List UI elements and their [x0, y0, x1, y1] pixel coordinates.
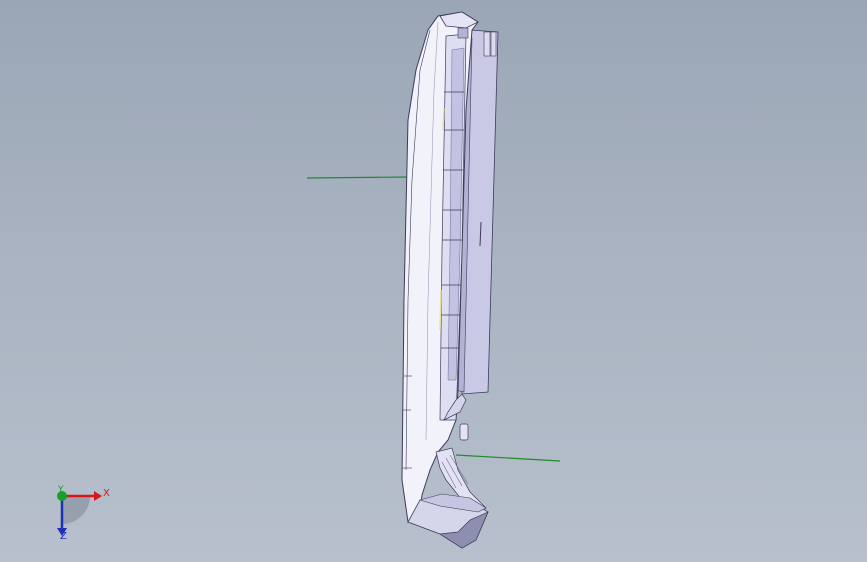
dimension-line-upper[interactable] — [306, 176, 413, 179]
dimension-line-lower[interactable] — [455, 454, 561, 462]
edge-highlight — [439, 289, 442, 331]
graphics-viewport[interactable]: X Y Z — [0, 0, 867, 562]
axis-triad: X Y Z — [40, 480, 120, 550]
z-axis-label: Z — [60, 531, 67, 542]
rear-panel-tab — [490, 31, 497, 57]
lower-knob[interactable] — [459, 423, 469, 441]
edge-highlight — [442, 107, 445, 131]
triad-shadow — [62, 496, 90, 524]
x-axis-arrowhead — [94, 491, 102, 501]
cad-model[interactable] — [0, 0, 867, 562]
y-axis-label: Y — [58, 485, 64, 495]
top-cap-notch — [457, 27, 469, 39]
rear-panel-tab — [483, 31, 491, 57]
x-axis-label: X — [103, 488, 110, 499]
